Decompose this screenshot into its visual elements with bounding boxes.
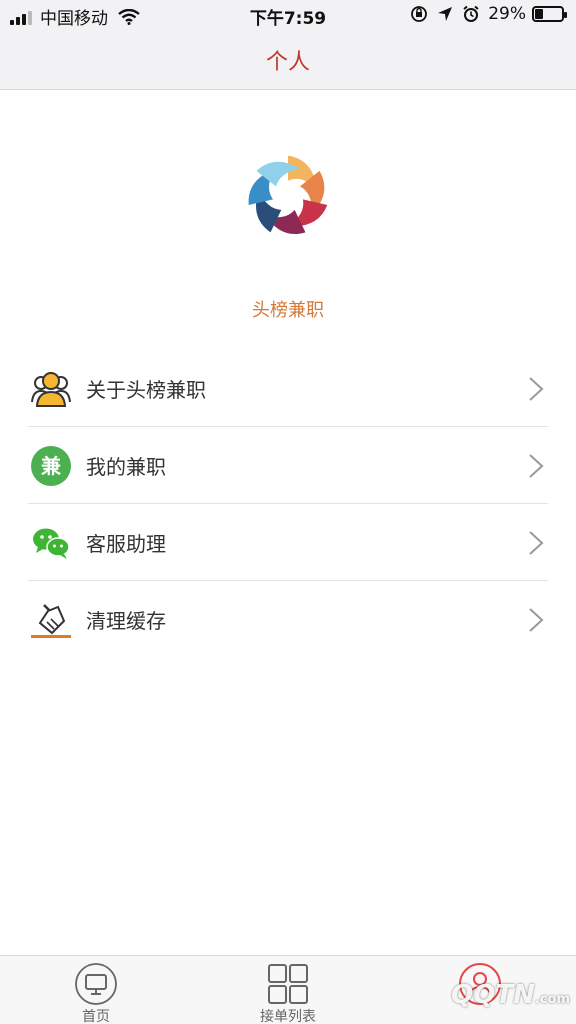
tab-order-list[interactable]: 接单列表 xyxy=(228,956,348,1024)
grid-icon xyxy=(268,964,308,1004)
orientation-lock-icon xyxy=(411,6,428,22)
tab-label: 首页 xyxy=(82,1009,110,1024)
monitor-icon xyxy=(75,963,117,1005)
chevron-right-icon xyxy=(529,608,544,632)
menu-item-label: 我的兼职 xyxy=(86,454,166,479)
menu-item-label: 关于头榜兼职 xyxy=(86,377,206,402)
menu-item-label: 清理缓存 xyxy=(86,609,166,633)
tab-home[interactable]: 首页 xyxy=(36,956,156,1024)
chevron-right-icon xyxy=(529,531,544,555)
menu-item-clear-cache[interactable]: 清理缓存 xyxy=(28,581,548,658)
broom-icon xyxy=(31,604,71,638)
navigation-bar: 个人 xyxy=(0,30,576,90)
menu-item-about[interactable]: 关于头榜兼职 xyxy=(28,350,548,427)
chevron-right-icon xyxy=(529,454,544,478)
users-icon xyxy=(31,372,71,407)
jian-badge-icon: 兼 xyxy=(31,446,71,486)
page-title: 个人 xyxy=(265,50,310,75)
menu-item-label: 客服助理 xyxy=(86,531,166,556)
watermark-logo: QQTN.com xyxy=(451,980,570,1010)
settings-menu: 关于头榜兼职 兼 我的兼职 客服助理 清理缓存 xyxy=(28,350,548,658)
jian-badge-text: 兼 xyxy=(41,454,62,478)
battery-icon xyxy=(532,6,567,22)
alarm-icon xyxy=(463,5,479,22)
menu-item-my-jobs[interactable]: 兼 我的兼职 xyxy=(28,427,548,504)
status-bar: 中国移动 下午7:59 29% xyxy=(0,0,576,30)
app-name: 头榜兼职 xyxy=(252,300,324,321)
battery-percent: 29% xyxy=(488,4,526,24)
status-right: 29% xyxy=(402,4,567,24)
location-arrow-icon xyxy=(438,7,453,21)
menu-item-customer-service[interactable]: 客服助理 xyxy=(28,504,548,581)
tab-label: 接单列表 xyxy=(260,1009,316,1024)
pinwheel-logo-icon xyxy=(248,155,328,235)
wechat-icon xyxy=(33,528,70,559)
chevron-right-icon xyxy=(529,377,544,401)
